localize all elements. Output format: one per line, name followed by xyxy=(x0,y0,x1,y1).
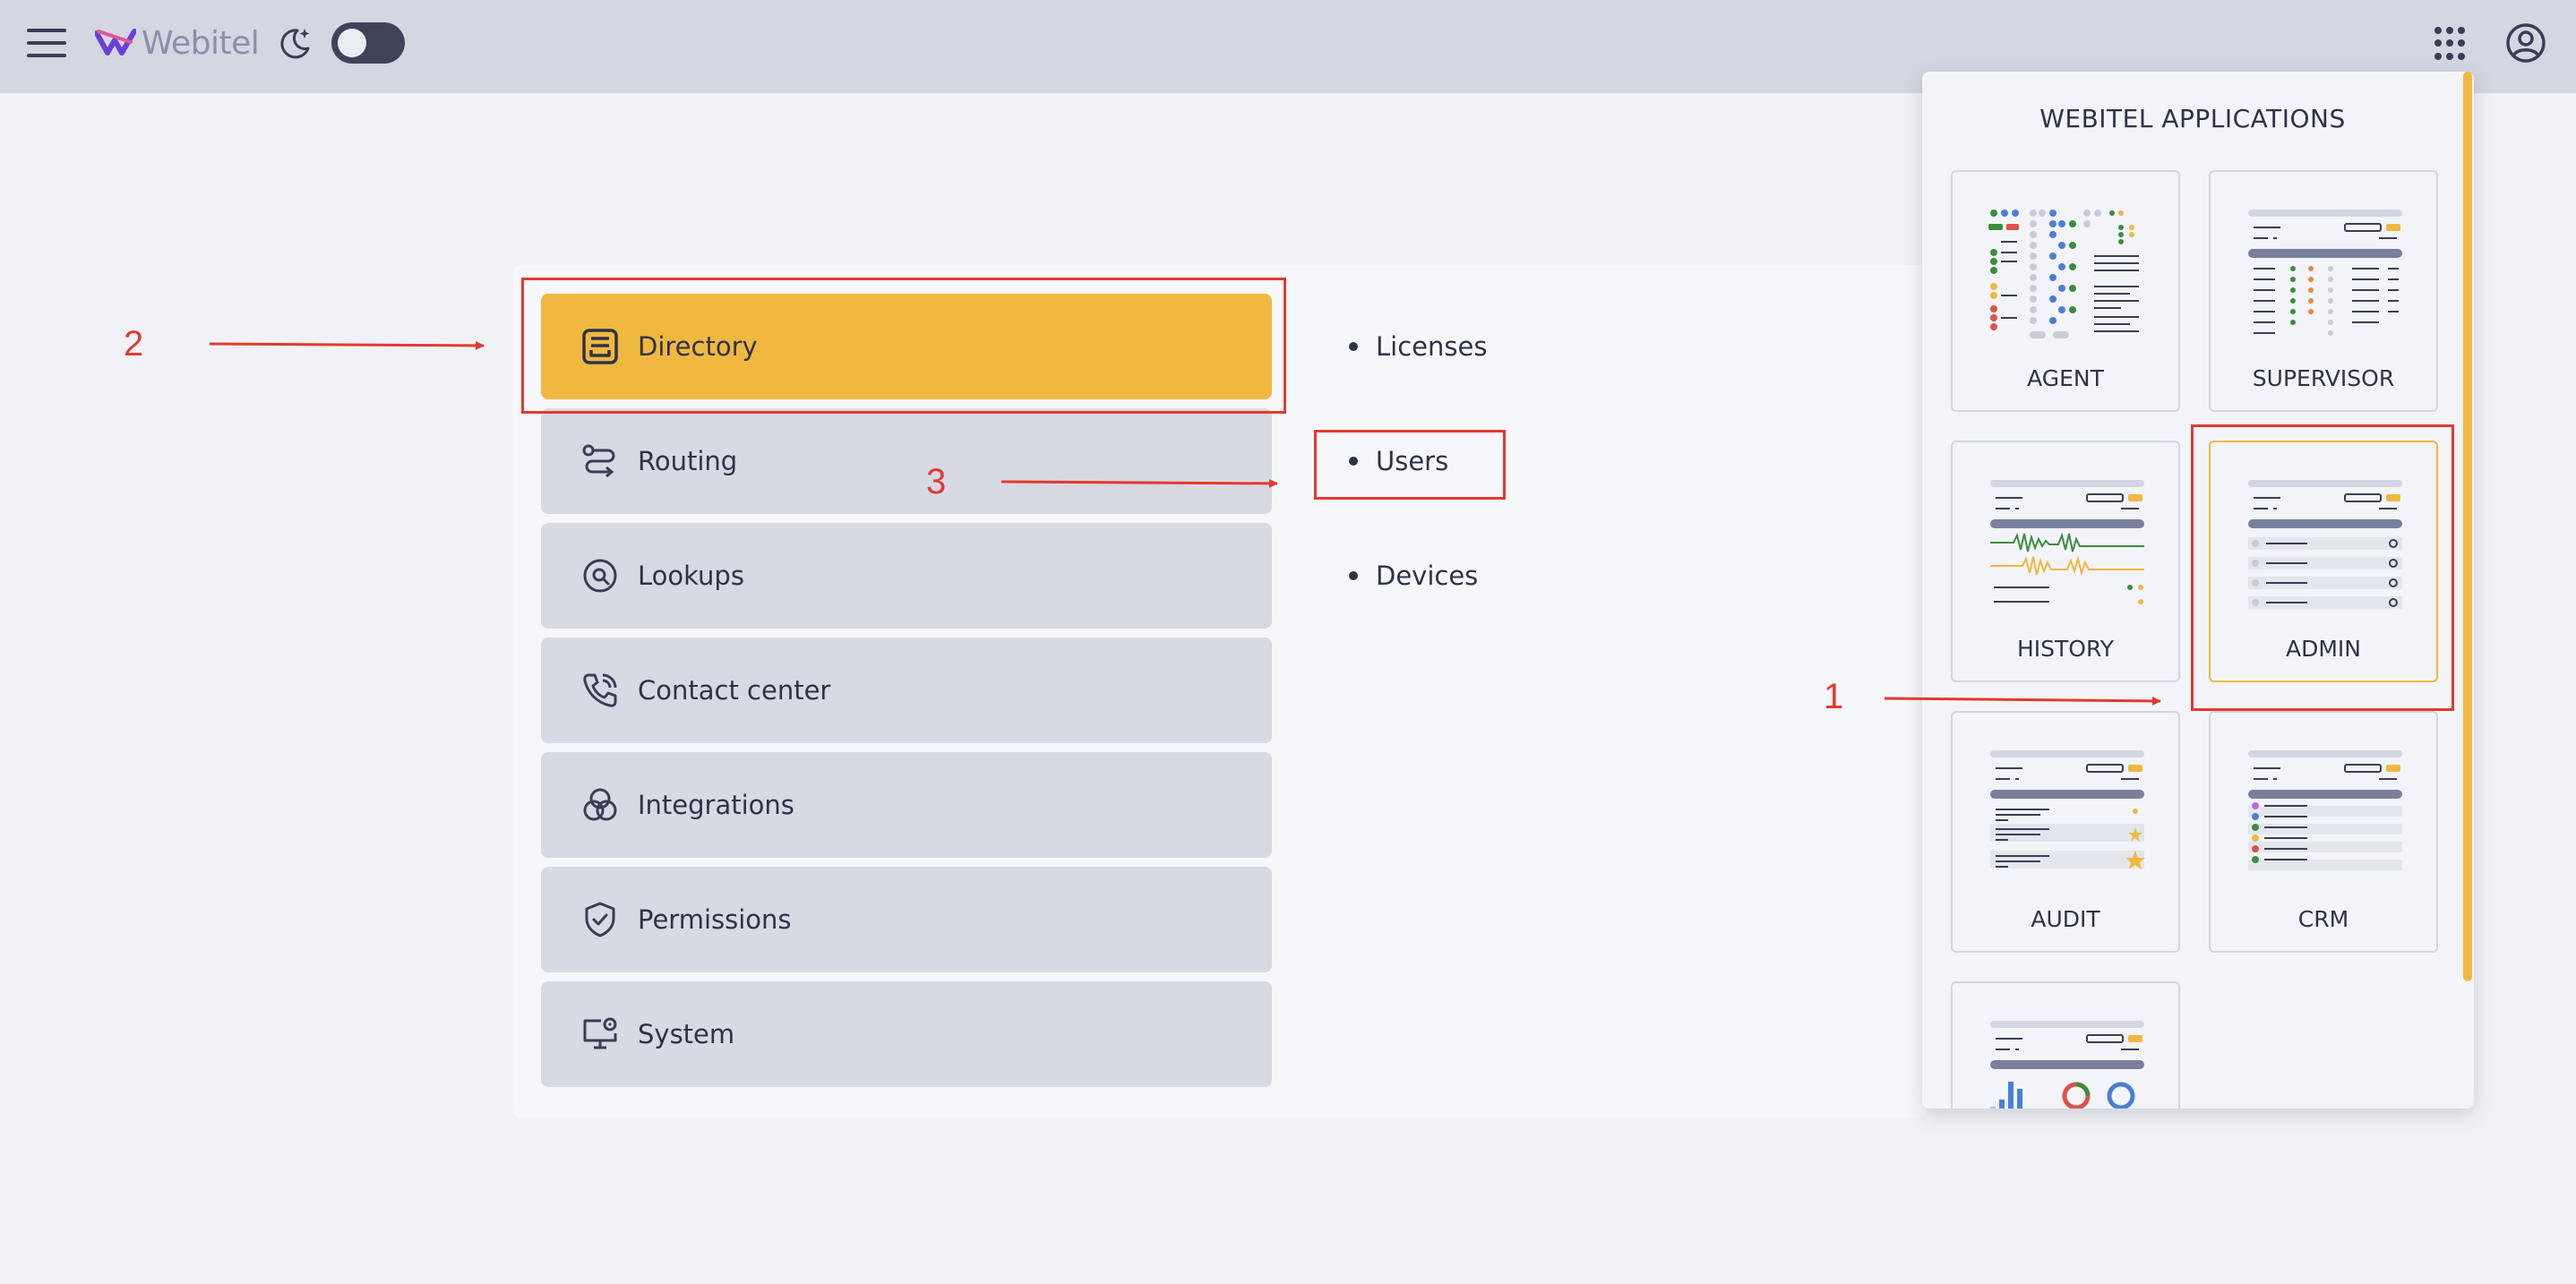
subnav-item-devices[interactable]: Devices xyxy=(1349,561,1478,591)
annotation-box-users xyxy=(1314,430,1506,500)
agent-app-icon xyxy=(1988,210,2139,338)
app-tile-supervisor[interactable]: SUPERVISOR xyxy=(2209,170,2438,412)
app-tile-analytics[interactable] xyxy=(1951,981,2180,1109)
drawer-scrollbar[interactable] xyxy=(2463,72,2472,981)
bullet xyxy=(1349,571,1358,580)
nav-item-lookups[interactable]: Lookups xyxy=(541,523,1272,629)
crm-app-icon xyxy=(2248,750,2402,870)
annotation-number-1: 1 xyxy=(1824,677,1844,716)
nav-item-integrations[interactable]: Integrations xyxy=(541,752,1272,858)
webitel-logo[interactable]: Webitel xyxy=(95,23,260,63)
supervisor-app-icon xyxy=(2248,210,2402,336)
analytics-app-icon xyxy=(1990,1021,2144,1109)
hamburger-menu-icon[interactable] xyxy=(27,27,66,59)
nav-item-label: Routing xyxy=(638,446,738,476)
user-circle-icon[interactable] xyxy=(2504,21,2547,64)
bullet xyxy=(1349,342,1358,351)
subnav-item-licenses[interactable]: Licenses xyxy=(1349,331,1487,362)
webitel-logo-mark-icon xyxy=(95,29,136,56)
toggle-knob xyxy=(338,29,366,57)
moon-stars-icon[interactable] xyxy=(278,25,313,61)
monitor-gear-icon xyxy=(579,1013,622,1056)
app-tile-audit[interactable]: AUDIT xyxy=(1951,711,2180,953)
nav-item-permissions[interactable]: Permissions xyxy=(541,867,1272,972)
lookups-icon xyxy=(579,554,622,597)
routing-icon xyxy=(579,440,622,483)
nav-item-label: Integrations xyxy=(638,790,794,820)
arrow-to-directory xyxy=(209,340,485,350)
apps-drawer-title: WEBITEL APPLICATIONS xyxy=(2039,104,2346,133)
app-tile-label: AGENT xyxy=(2027,365,2104,391)
annotation-box-directory xyxy=(521,278,1286,414)
nav-item-label: Contact center xyxy=(638,675,831,706)
annotation-number-3: 3 xyxy=(926,462,947,501)
phone-icon xyxy=(579,669,622,712)
nav-item-label: Permissions xyxy=(638,904,792,935)
nav-item-system[interactable]: System xyxy=(541,981,1272,1087)
shield-check-icon xyxy=(579,898,622,941)
subnav-item-label: Licenses xyxy=(1376,331,1488,362)
app-tile-label: HISTORY xyxy=(2016,636,2115,662)
theme-toggle[interactable] xyxy=(331,22,405,64)
apps-grid-icon[interactable] xyxy=(2434,27,2469,61)
nav-item-contact-center[interactable]: Contact center xyxy=(541,638,1272,743)
history-app-icon xyxy=(1990,480,2144,604)
app-tile-crm[interactable]: CRM xyxy=(2209,711,2438,953)
subnav-item-label: Devices xyxy=(1376,561,1479,591)
nav-item-label: System xyxy=(638,1019,735,1049)
logo-text: Webitel xyxy=(142,24,260,62)
annotation-box-admin xyxy=(2191,424,2454,711)
nav-item-routing[interactable]: Routing xyxy=(541,408,1272,514)
app-tile-history[interactable]: HISTORY xyxy=(1951,441,2180,682)
app-tile-label: CRM xyxy=(2297,906,2349,932)
integrations-icon xyxy=(579,783,622,826)
app-tile-label: AUDIT xyxy=(2031,906,2100,932)
app-tile-label: SUPERVISOR xyxy=(2252,365,2395,391)
app-tile-agent[interactable]: AGENT xyxy=(1951,170,2180,412)
nav-item-label: Lookups xyxy=(638,561,744,591)
annotation-number-2: 2 xyxy=(124,324,144,364)
audit-app-icon xyxy=(1990,750,2145,869)
